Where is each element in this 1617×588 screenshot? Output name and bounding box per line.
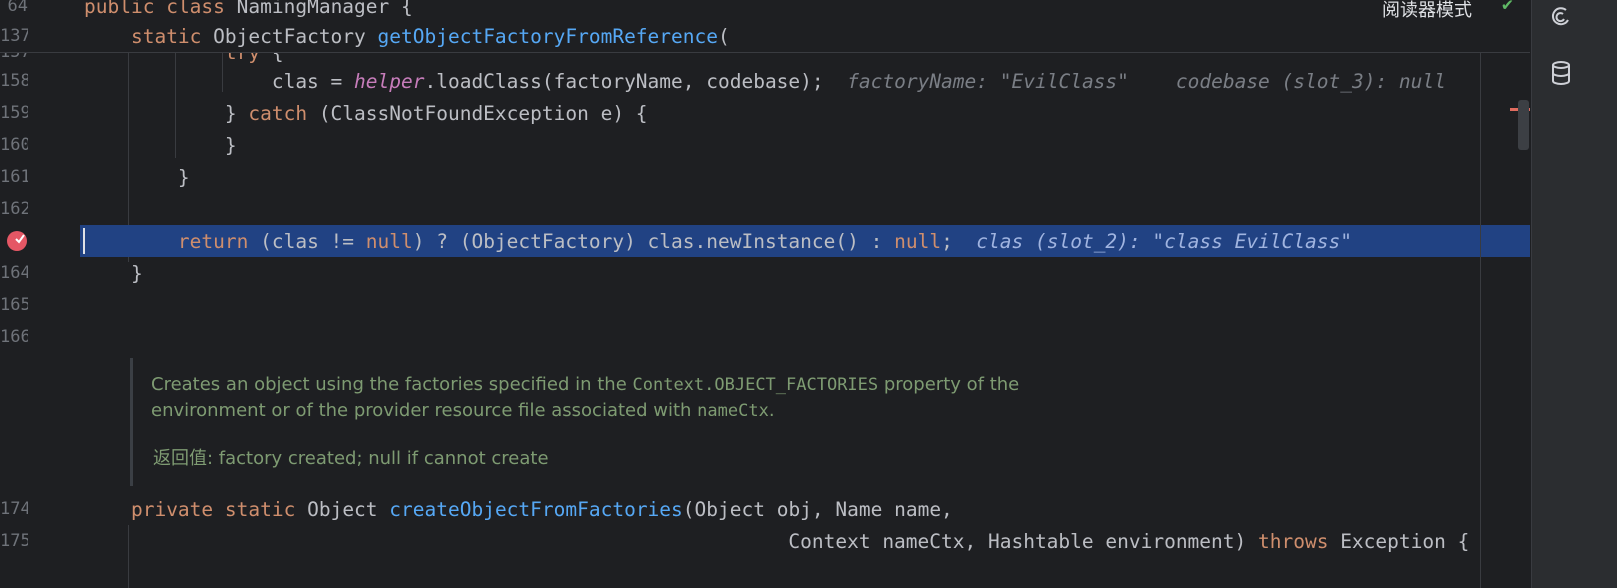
- code-line-return[interactable]: return (clas != null) ? (ObjectFactory) …: [84, 225, 1573, 258]
- code-line-method-decl[interactable]: private static Object createObjectFromFa…: [84, 493, 1573, 526]
- sticky-line-method[interactable]: static ObjectFactory getObjectFactoryFro…: [84, 20, 1486, 53]
- reader-mode-toggle[interactable]: 阅读器模式: [1382, 0, 1472, 22]
- right-tool-strip: [1531, 0, 1617, 588]
- doc-text: .: [768, 400, 775, 421]
- code-line[interactable]: clas = helper.loadClass(factoryName, cod…: [84, 65, 1573, 98]
- code-text: .loadClass(factoryName, codebase);: [424, 70, 824, 93]
- method-name: getObjectFactoryFromReference: [377, 25, 718, 48]
- method-name: createObjectFromFactories: [389, 498, 683, 521]
- keyword: public: [84, 0, 155, 18]
- code-text: Context nameCtx, Hashtable environment): [84, 530, 1258, 553]
- line-number: 166: [0, 327, 28, 347]
- code-text: ;: [941, 230, 953, 253]
- keyword: static: [224, 498, 296, 521]
- line-number: 164: [0, 263, 28, 283]
- ai-assistant-icon[interactable]: [1550, 6, 1572, 28]
- code-line[interactable]: } catch (ClassNotFoundException e) {: [84, 97, 1573, 130]
- code-text: Exception {: [1328, 530, 1470, 553]
- line-number: 175: [0, 531, 28, 551]
- keyword: return: [177, 230, 249, 253]
- vertical-scrollbar[interactable]: [1518, 100, 1529, 150]
- code-text: ) ? (ObjectFactory) clas.newInstance() :: [412, 230, 895, 253]
- doc-text: Creates an object using the factories sp…: [151, 374, 633, 395]
- code-line[interactable]: }: [84, 129, 1573, 162]
- code-text: (Object obj, Name name,: [682, 498, 953, 521]
- line-number: 161: [0, 167, 28, 187]
- keyword: null: [365, 230, 413, 253]
- keyword: class: [166, 0, 225, 18]
- inline-debug-value: codebase (slot_3): null: [1175, 70, 1446, 93]
- code-text: ObjectFactory: [201, 25, 378, 48]
- breakpoint-icon[interactable]: [7, 231, 27, 251]
- code-text: }: [84, 102, 249, 125]
- code-text: (: [718, 25, 730, 48]
- inline-debug-value: clas (slot_2): "class EvilClass": [976, 230, 1352, 253]
- keyword: catch: [248, 102, 308, 125]
- code-text: (ClassNotFoundException e) {: [307, 102, 648, 125]
- keyword: private: [130, 498, 214, 521]
- code-text: (clas !=: [248, 230, 366, 253]
- keyword: throws: [1258, 530, 1329, 553]
- line-number: 159: [0, 103, 28, 123]
- code-text: NamingManager {: [224, 0, 413, 18]
- doc-code: Context.OBJECT_FACTORIES: [632, 375, 879, 395]
- check-icon[interactable]: ✔: [1502, 0, 1513, 15]
- code-text: Object: [295, 498, 390, 521]
- line-number: 137: [0, 26, 28, 46]
- code-line[interactable]: }: [84, 257, 1573, 290]
- inline-debug-value: factoryName: "EvilClass": [847, 70, 1129, 93]
- doc-text: environment or of the provider resource …: [151, 400, 698, 421]
- code-line[interactable]: }: [84, 161, 1573, 194]
- line-number: 160: [0, 135, 28, 155]
- javadoc-description: Creates an object using the factories sp…: [151, 372, 1111, 424]
- code-line[interactable]: Context nameCtx, Hashtable environment) …: [84, 525, 1573, 558]
- rendered-javadoc[interactable]: Creates an object using the factories sp…: [130, 358, 1113, 486]
- keyword: null: [894, 230, 942, 253]
- doc-text: property of the: [878, 374, 1020, 395]
- line-number: 158: [0, 71, 28, 91]
- code-text: clas =: [84, 70, 355, 93]
- line-number: 162: [0, 199, 28, 219]
- keyword: static: [130, 25, 202, 48]
- doc-code: nameCtx: [697, 401, 769, 421]
- sticky-scope-header[interactable]: 64 public class NamingManager { 137 stat…: [0, 0, 1530, 53]
- line-number: 174: [0, 499, 28, 519]
- field-helper: helper: [354, 70, 425, 93]
- javadoc-return: 返回值: factory created; null if cannot cre…: [153, 448, 549, 469]
- line-number: 165: [0, 295, 28, 315]
- right-margin-guide: [1480, 52, 1481, 588]
